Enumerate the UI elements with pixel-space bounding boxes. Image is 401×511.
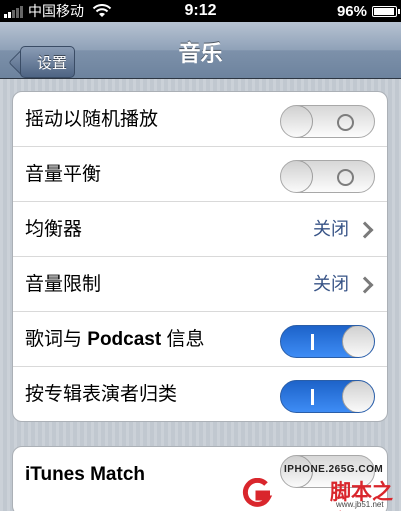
setting-label-prefix: 歌词与 <box>25 329 88 350</box>
setting-label-suffix: 信息 <box>161 329 205 350</box>
sound-check-toggle[interactable] <box>280 160 375 193</box>
setting-label: 音量限制 <box>25 274 102 295</box>
toggle-knob <box>342 381 374 412</box>
toggle-knob <box>281 106 313 137</box>
chevron-right-icon <box>356 276 374 294</box>
toggle-knob <box>281 161 313 192</box>
setting-value: 关闭 <box>313 274 349 294</box>
toggle-knob <box>342 326 374 357</box>
setting-row-shake-to-shuffle: 摇动以随机播放 <box>13 92 387 147</box>
off-indicator-icon <box>337 169 354 186</box>
watermark-site: IPHONE.265G.COM <box>284 464 384 475</box>
on-indicator-icon <box>311 334 314 350</box>
lyrics-podcast-info-toggle[interactable] <box>280 325 375 358</box>
group-by-album-artist-toggle[interactable] <box>280 380 375 413</box>
watermark-url: www.jb51.net <box>336 500 384 509</box>
back-button[interactable]: 设置 <box>20 46 75 78</box>
setting-label: 摇动以随机播放 <box>25 109 159 130</box>
status-right: 96% <box>336 0 400 22</box>
setting-label: iTunes Match <box>25 464 145 485</box>
back-button-wrap[interactable]: 设置 <box>10 34 75 78</box>
setting-row-volume-limit[interactable]: 音量限制 关闭 <box>13 257 387 312</box>
on-indicator-icon <box>311 389 314 405</box>
setting-row-lyrics-podcast-info: 歌词与 Podcast 信息 <box>13 312 387 367</box>
setting-label: 均衡器 <box>25 219 83 240</box>
setting-value: 关闭 <box>313 219 349 239</box>
setting-label: 音量平衡 <box>25 164 102 185</box>
status-bar: 中国移动 9:12 96% <box>0 0 401 22</box>
battery-fill <box>374 7 395 15</box>
setting-label-podcast: Podcast <box>87 329 162 350</box>
navigation-bar: 设置 音乐 <box>0 22 401 79</box>
off-indicator-icon <box>337 114 354 131</box>
watermark-logo-icon <box>242 478 273 507</box>
shake-to-shuffle-toggle[interactable] <box>280 105 375 138</box>
battery-icon <box>372 5 400 17</box>
chevron-right-icon <box>356 221 374 239</box>
setting-row-group-by-album-artist: 按专辑表演者归类 <box>13 367 387 421</box>
settings-group: 摇动以随机播放 音量平衡 均衡器 关闭 音量限制 关闭 歌词与 Podcast … <box>12 91 388 422</box>
setting-label: 歌词与 Podcast 信息 <box>25 312 204 367</box>
watermark: IPHONE.265G.COM 脚本之家 www.jb51.net <box>238 438 401 511</box>
battery-percent: 96% <box>336 2 367 20</box>
setting-row-sound-check: 音量平衡 <box>13 147 387 202</box>
setting-row-eq[interactable]: 均衡器 关闭 <box>13 202 387 257</box>
setting-label: 按专辑表演者归类 <box>25 384 178 405</box>
